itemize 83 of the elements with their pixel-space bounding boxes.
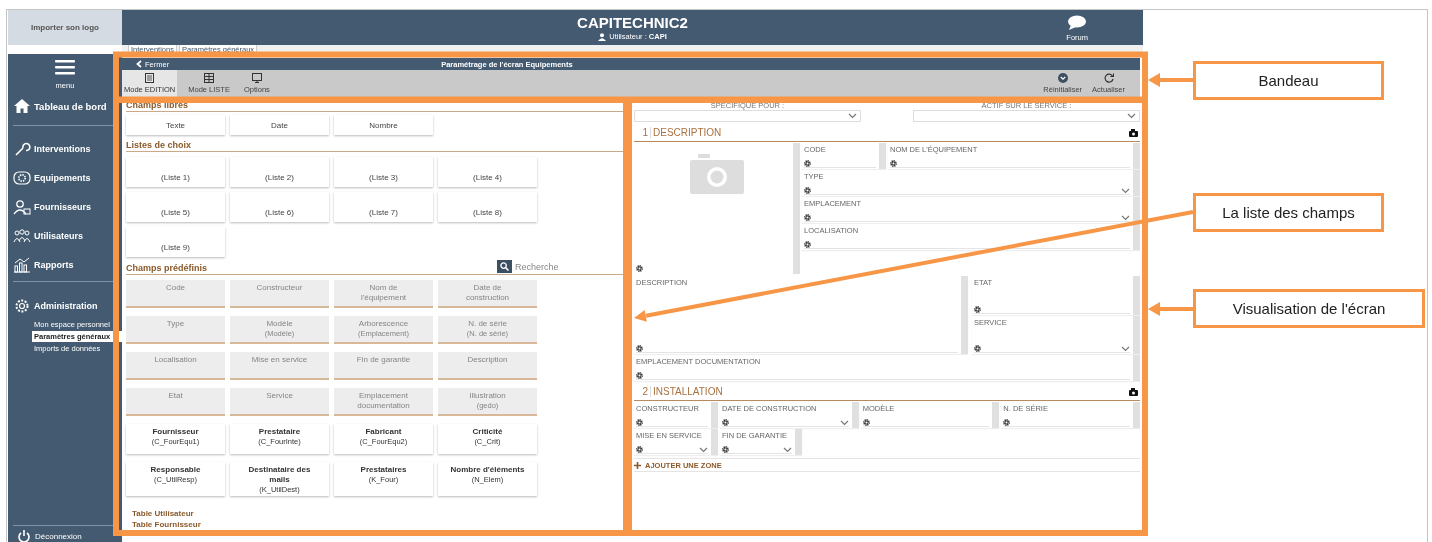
camera-icon [1129, 128, 1138, 137]
field-button[interactable]: Texte [126, 115, 225, 135]
field-button[interactable]: (Liste 4) [438, 157, 537, 187]
field-button[interactable]: (Liste 7) [334, 192, 433, 222]
gear-icon [1003, 419, 1011, 426]
wrench-icon [13, 140, 31, 157]
sidebar-item[interactable]: Administration [8, 293, 122, 319]
chevron-circle-icon [1057, 73, 1068, 83]
table-link[interactable]: Table Fournisseur [132, 519, 625, 530]
field-button[interactable]: Nombre [334, 115, 433, 135]
person-icon [13, 198, 31, 215]
zone-title: INSTALLATION [653, 386, 723, 397]
section-title: Listes de choix [126, 140, 192, 151]
sidebar-item[interactable]: Utilisateurs [8, 221, 122, 250]
gear-icon [636, 345, 643, 352]
gear-icon [890, 160, 897, 167]
callout-label: Visualisation de l'écran [1193, 289, 1425, 328]
chevron-down-icon [783, 446, 792, 453]
grid-icon [204, 73, 215, 83]
plus-icon [634, 461, 641, 469]
callout-label: Bandeau [1193, 61, 1384, 100]
cog-icon [13, 169, 31, 186]
chevron-down-icon [1121, 214, 1130, 221]
gear-icon [804, 160, 811, 167]
chevron-down-icon [848, 113, 857, 119]
section-title: Champs prédéfinis [126, 263, 208, 274]
field-button[interactable]: (Liste 6) [230, 192, 329, 222]
field-button[interactable]: (Liste 2) [230, 157, 329, 187]
zone-number: 2 [634, 386, 651, 397]
sidebar-item[interactable]: Rapports [8, 250, 122, 279]
table-link[interactable]: Table Utilisateur [132, 508, 625, 519]
chevron-down-icon [1127, 113, 1136, 119]
gear-icon [636, 265, 643, 272]
search-field[interactable]: Recherche [497, 260, 561, 273]
sidebar-item[interactable]: Equipements [8, 163, 122, 192]
zone-title: DESCRIPTION [653, 127, 722, 138]
app-title: CAPITECHNIC2 [577, 14, 688, 31]
gear-icon [804, 241, 811, 248]
gear-icon [862, 419, 870, 426]
bar-chart-icon [13, 256, 31, 273]
gear-icon [804, 214, 811, 221]
people-icon [13, 227, 31, 244]
gear-icon [636, 372, 643, 379]
dropdown[interactable] [913, 110, 1140, 122]
chevron-left-icon [136, 60, 142, 68]
camera-icon [690, 154, 744, 194]
chevron-down-icon [1121, 345, 1130, 352]
dropdown[interactable] [634, 110, 861, 122]
gear-icon [722, 446, 729, 453]
sidebar-item[interactable]: Interventions [8, 134, 122, 163]
field-button[interactable]: (Liste 3) [334, 157, 433, 187]
power-icon [17, 530, 31, 542]
search-button[interactable] [497, 260, 512, 273]
speech-bubble-icon [1067, 15, 1088, 31]
gear-icon [636, 446, 643, 453]
callout-label: La liste des champs [1193, 193, 1384, 232]
gear-icon [974, 305, 981, 313]
chevron-down-icon [699, 446, 708, 453]
field-button[interactable]: (Liste 1) [126, 157, 225, 187]
gear-icon [722, 419, 729, 426]
chevron-down-icon [1121, 187, 1130, 194]
field-button[interactable]: (Liste 9) [126, 227, 225, 257]
document-icon [145, 73, 155, 83]
sidebar-item[interactable]: Fournisseurs [8, 192, 122, 221]
sidebar-item[interactable]: Tableau de bord [8, 89, 122, 123]
search-icon [500, 262, 509, 271]
menu-icon [55, 59, 75, 75]
camera-icon [1129, 387, 1138, 396]
field-button[interactable]: (Liste 8) [438, 192, 537, 222]
logo-placeholder[interactable]: Importer son logo [8, 10, 122, 45]
user-icon [598, 32, 607, 41]
logout-button[interactable]: Déconnexion [13, 525, 117, 542]
field-button[interactable]: (Liste 5) [126, 192, 225, 222]
refresh-icon [1103, 73, 1114, 83]
chevron-down-icon [839, 419, 849, 426]
monitor-icon [251, 73, 262, 83]
zone-number: 1 [634, 127, 651, 138]
gear-icon [804, 187, 811, 194]
settings-icon [13, 298, 31, 314]
field-button[interactable]: Date [230, 115, 329, 135]
house-icon [13, 98, 31, 114]
gear-icon [974, 345, 981, 352]
gear-icon [636, 419, 643, 426]
